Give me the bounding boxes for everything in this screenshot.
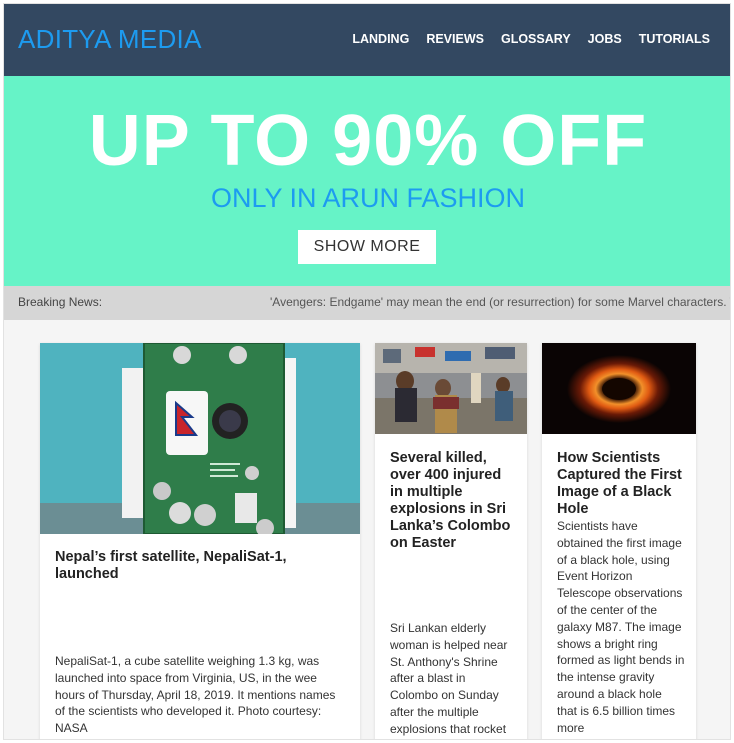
street-crowd-photo[interactable]: [375, 343, 527, 434]
nav-reviews[interactable]: REVIEWS: [426, 32, 484, 46]
show-more-button[interactable]: SHOW MORE: [298, 230, 436, 264]
nav-jobs[interactable]: JOBS: [588, 32, 622, 46]
card-title[interactable]: Nepal’s first satellite, NepaliSat-1, la…: [55, 549, 345, 583]
satellite-photo[interactable]: [40, 343, 360, 534]
card-title[interactable]: How Scientists Captured the First Image …: [557, 450, 685, 518]
nav-landing[interactable]: LANDING: [352, 32, 409, 46]
nav-tutorials[interactable]: TUTORIALS: [639, 32, 710, 46]
news-card-sri-lanka[interactable]: Several killed, over 400 injured in mult…: [375, 343, 527, 739]
page-frame: ADITYA MEDIA LANDING REVIEWS GLOSSARY JO…: [3, 3, 731, 740]
news-card-black-hole[interactable]: How Scientists Captured the First Image …: [542, 343, 696, 739]
hero-banner: UP TO 90% OFF ONLY IN ARUN FASHION SHOW …: [4, 76, 730, 286]
breaking-news-text[interactable]: 'Avengers: Endgame' may mean the end (or…: [270, 295, 730, 309]
black-hole-image[interactable]: [542, 343, 696, 434]
hero-subtitle: ONLY IN ARUN FASHION: [210, 183, 526, 213]
breaking-news-label: Breaking News:: [18, 295, 103, 309]
card-description: NepaliSat-1, a cube satellite weighing 1…: [55, 654, 336, 736]
brand-logo[interactable]: ADITYA MEDIA: [18, 24, 202, 55]
news-card-satellite[interactable]: Nepal’s first satellite, NepaliSat-1, la…: [40, 343, 360, 739]
card-description: Scientists have obtained the first image…: [557, 519, 685, 735]
navbar: ADITYA MEDIA LANDING REVIEWS GLOSSARY JO…: [4, 4, 730, 76]
card-description: Sri Lankan elderly woman is helped near …: [390, 621, 508, 736]
hero-title: UP TO 90% OFF: [88, 101, 648, 181]
breaking-news-bar: Breaking News: 'Avengers: Endgame' may m…: [4, 286, 730, 320]
nav-glossary[interactable]: GLOSSARY: [501, 32, 571, 46]
card-title[interactable]: Several killed, over 400 injured in mult…: [390, 450, 516, 552]
main-nav: LANDING REVIEWS GLOSSARY JOBS TUTORIALS: [352, 32, 710, 46]
